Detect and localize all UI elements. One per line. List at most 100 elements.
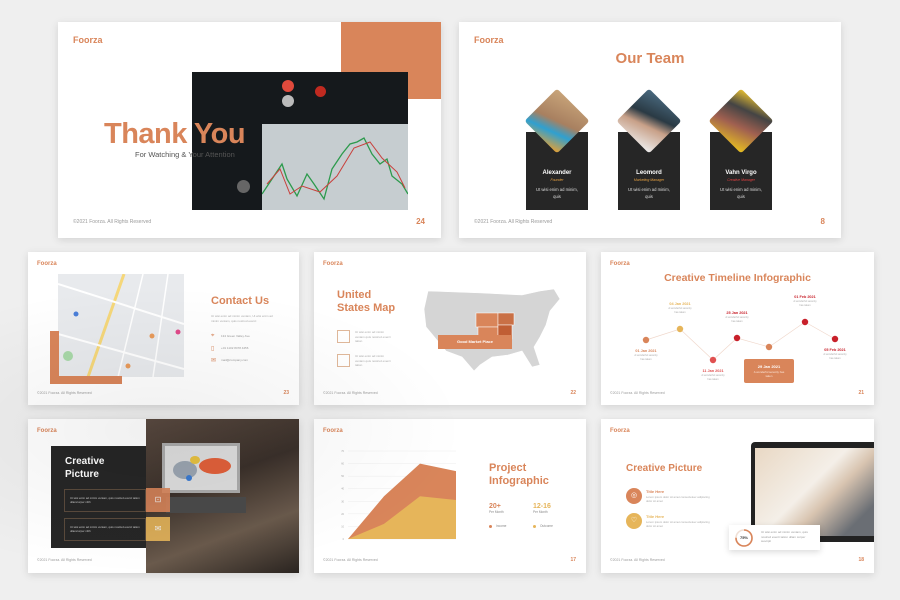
target-icon	[337, 354, 350, 367]
timeline-text: A wonderful serenity has taken	[823, 353, 847, 360]
team-title: Our Team	[615, 50, 685, 67]
contact-item[interactable]: ✉ mail@company.com	[211, 357, 281, 366]
page-number: 24	[416, 217, 425, 226]
contact-title: Contact Us	[211, 295, 270, 307]
member-role: Founder	[550, 178, 564, 182]
globe-icon: ◎	[626, 488, 642, 504]
progress-card: 75% Ut wisi enim ad minim veniam, quis n…	[729, 525, 820, 550]
footer-copyright: ©2021 Foorza. All Rights Reserved	[474, 219, 553, 225]
timeline-text: A wonderful serenity has taken	[668, 307, 692, 314]
mail-open-icon: ✉	[146, 517, 170, 541]
page-number: 18	[858, 557, 864, 563]
footer-copyright: ©2021 Foorza. All Rights Reserved	[323, 558, 378, 562]
contact-item-text: +01 1102 8478 4456	[221, 346, 249, 350]
member-name: Leomord	[636, 170, 662, 176]
timeline-event: 25 Jan 2021 A wonderful serenity has take…	[717, 311, 757, 324]
map-title-line1: United	[337, 289, 372, 301]
slide-our-team[interactable]: Foorza Our Team Alexander Founder Ut wisi …	[459, 22, 841, 238]
creative-dark-title-line2: Picture	[65, 469, 99, 480]
timeline-node[interactable]	[831, 335, 839, 343]
footer-copyright: ©2021 Foorza. All Rights Reserved	[323, 391, 378, 395]
brand-logo: Foorza	[474, 35, 504, 45]
brand-logo: Foorza	[323, 428, 343, 434]
member-desc: Ut wisi enim ad minim, quis	[720, 187, 762, 199]
project-stat: 20+ Per Month	[489, 503, 504, 514]
item-title: Title Here	[646, 489, 665, 494]
bokeh-light	[282, 95, 294, 107]
timeline-node[interactable]	[642, 336, 650, 344]
stat-value: 20+	[489, 503, 501, 510]
timeline-node[interactable]	[733, 334, 741, 342]
team-member-card[interactable]: Vahn Virgo Creative Manager Ut wisi enim a…	[708, 88, 774, 210]
contact-item[interactable]: ⌖ 134 Green Valley Ave	[211, 333, 281, 342]
keyboard	[166, 497, 246, 513]
project-stat: 12-16 Per Month	[533, 503, 551, 514]
creative-dark-text: Ut wisi enim ad minim veniam, quis nostr…	[70, 496, 140, 504]
slide-contact-us[interactable]: Foorza Contact Us Ut wisi enim ad minim …	[28, 252, 299, 405]
world-map-on-screen	[173, 456, 231, 481]
legend-label: Income	[496, 524, 507, 528]
team-member-card[interactable]: Leomord Marketing Manager Ut wisi enim ad …	[616, 88, 682, 210]
member-role: Marketing Manager	[633, 178, 665, 182]
item-title: Title Here	[646, 514, 665, 519]
timeline-node[interactable]	[709, 356, 717, 364]
stat-value: 12-16	[533, 503, 551, 510]
creative-dark-item: Ut wisi enim ad minim veniam, quis nostr…	[64, 488, 170, 512]
slide-project-infographic[interactable]: Foorza 0 10 20 30 40 50 60 70 Project Infograph…	[314, 419, 586, 573]
y-tick-label: 50	[341, 475, 344, 478]
map-feature-text: Ut wisi enim ad minim veniam quis nostru…	[355, 354, 391, 367]
footer-copyright: ©2021 Foorza. All Rights Reserved	[37, 391, 92, 395]
map-feature-item: Ut wisi enim ad minim veniam quis nostru…	[337, 354, 407, 370]
creative-dark-text: Ut wisi enim ad minim veniam, quis nostr…	[70, 525, 140, 533]
stat-label: Per Month	[489, 510, 504, 514]
stat-label: Per Month	[533, 510, 548, 514]
heart-icon: ♡	[626, 513, 642, 529]
brand-logo: Foorza	[323, 261, 343, 267]
handshake-photo	[755, 448, 874, 536]
timeline-node[interactable]	[765, 343, 773, 351]
us-map-graphic	[423, 288, 561, 371]
map-feature-item: Ut wisi enim ad minim veniam quis nostru…	[337, 330, 407, 346]
brand-logo: Foorza	[73, 35, 103, 45]
page-number: 21	[858, 390, 864, 396]
timeline-node[interactable]	[676, 325, 684, 333]
bokeh-light	[237, 180, 250, 193]
thank-you-title: Thank You	[104, 118, 246, 150]
briefcase-icon: ⊡	[146, 488, 170, 512]
footer-copyright: ©2021 Foorza. All Rights Reserved	[73, 219, 152, 225]
timeline-text: A wonderful serenity has taken	[634, 354, 658, 361]
slide-thank-you[interactable]: Foorza Thank You For Watching & Your Att…	[58, 22, 441, 238]
timeline-event: 11 Jan 2021 A wonderful serenity has take…	[693, 369, 733, 382]
project-title: Project Infographic	[489, 462, 549, 488]
y-tick-label: 60	[341, 463, 344, 466]
slide-creative-picture-light[interactable]: Foorza Creative Picture ◎ Title Here Lorem…	[601, 419, 874, 573]
page-number: 22	[570, 390, 576, 396]
slide-us-map[interactable]: Foorza United States Map Ut wisi enim ad…	[314, 252, 586, 405]
timeline-node[interactable]	[801, 318, 809, 326]
progress-text: Ut wisi enim ad minim veniam, quis nostr…	[761, 530, 808, 543]
creative-dark-title-line1: Creative	[65, 456, 105, 467]
page-number: 17	[570, 557, 576, 563]
slide-timeline[interactable]: Foorza Creative Timeline Infographic 01 …	[601, 252, 874, 405]
footer-copyright: ©2021 Foorza. All Rights Reserved	[37, 558, 92, 562]
timeline-date: 05 Feb 2021	[824, 348, 846, 352]
timeline-event: 01 Jan 2021 A wonderful serenity has take…	[626, 349, 666, 362]
project-title-line2: Infographic	[489, 475, 549, 487]
project-title-line1: Project	[489, 462, 527, 474]
member-role: Creative Manager	[727, 178, 755, 182]
legend-label: Outcome	[540, 524, 553, 528]
timeline-date: 25 Jan 2021	[726, 311, 748, 315]
slide-creative-picture-dark[interactable]: Foorza Creative Picture Ut wisi enim ad …	[28, 419, 299, 573]
timeline-date: 01 Jan 2021	[635, 349, 657, 353]
slide-gallery: Foorza Thank You For Watching & Your Att…	[0, 0, 900, 600]
timeline-date: 01 Feb 2021	[794, 295, 816, 299]
item-text: Lorem ipsum dolor sit amet consectetuer …	[646, 495, 710, 503]
creative-light-item: ◎ Title Here Lorem ipsum dolor sit amet co…	[626, 488, 716, 506]
y-tick-label: 70	[341, 450, 344, 453]
legend-dot	[489, 525, 492, 528]
contact-item[interactable]: ▯ +01 1102 8478 4456	[211, 345, 281, 354]
candlestick-lines	[261, 137, 409, 201]
team-member-card[interactable]: Alexander Founder Ut wisi enim ad minim, q…	[524, 88, 590, 210]
y-tick-label: 0	[343, 538, 345, 541]
timeline-highlight-card: 29 Jan 2021 A wonderful serenity has take…	[744, 359, 794, 383]
